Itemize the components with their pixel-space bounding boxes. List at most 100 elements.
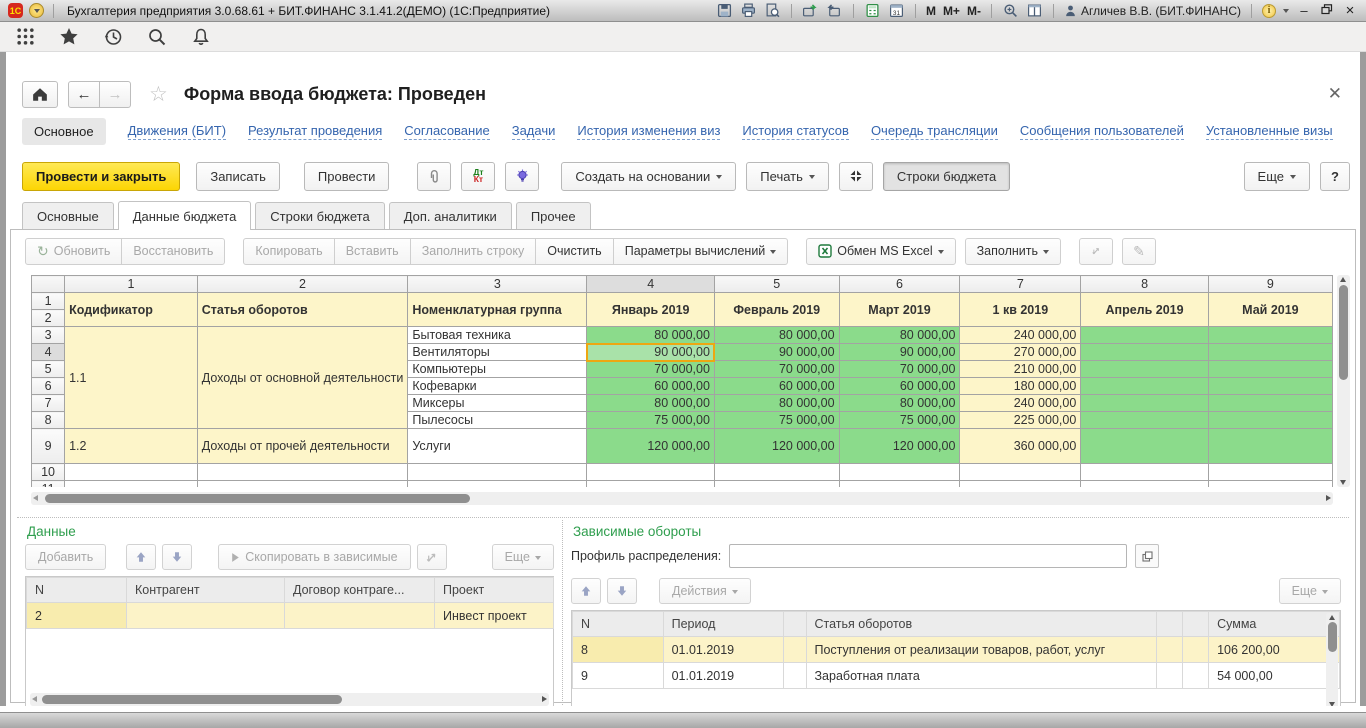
blank-cell[interactable] — [1156, 637, 1182, 663]
blank-cell[interactable] — [1182, 663, 1208, 689]
row-header-11[interactable]: 11 — [32, 481, 65, 488]
amount-cell[interactable]: 90 000,00 — [587, 344, 714, 361]
period-cell[interactable]: 01.01.2019 — [663, 637, 784, 663]
empty-cell[interactable] — [587, 464, 714, 481]
empty-cell[interactable] — [714, 481, 839, 488]
row-header-4[interactable]: 4 — [32, 344, 65, 361]
more-button[interactable]: Еще — [492, 544, 554, 570]
amount-cell[interactable]: 360 000,00 — [960, 429, 1081, 464]
memory-m-minus-button[interactable]: M- — [967, 4, 981, 18]
amount-cell[interactable]: 80 000,00 — [839, 395, 960, 412]
fill-button[interactable]: Заполнить — [965, 238, 1061, 265]
amount-cell[interactable]: 270 000,00 — [960, 344, 1081, 361]
minimize-button[interactable]: – — [1296, 3, 1312, 18]
reorder-button[interactable] — [417, 544, 447, 570]
profile-input[interactable] — [729, 544, 1127, 568]
nomenclature-cell[interactable]: Компьютеры — [408, 361, 587, 378]
column-header-7[interactable]: 7 — [960, 276, 1081, 293]
budget-header-cell[interactable]: Апрель 2019 — [1081, 293, 1209, 327]
row-number-cell[interactable]: 2 — [27, 603, 127, 629]
write-button[interactable]: Записать — [196, 162, 280, 191]
forward-button[interactable]: → — [99, 81, 131, 108]
tab-Доп. аналитики[interactable]: Доп. аналитики — [389, 202, 512, 229]
amount-cell[interactable] — [1208, 344, 1332, 361]
amount-cell[interactable] — [1208, 412, 1332, 429]
project-cell[interactable]: Инвест проект — [435, 603, 554, 629]
amount-cell[interactable]: 120 000,00 — [714, 429, 839, 464]
hint-button[interactable] — [505, 162, 539, 191]
amount-cell[interactable]: 210 000,00 — [960, 361, 1081, 378]
scroll-left-icon[interactable] — [33, 495, 38, 501]
amount-cell[interactable]: 70 000,00 — [839, 361, 960, 378]
choose-button[interactable] — [1135, 544, 1159, 568]
amount-cell[interactable]: 120 000,00 — [587, 429, 714, 464]
scroll-thumb[interactable] — [45, 494, 470, 503]
budget-header-cell[interactable]: Январь 2019 — [587, 293, 714, 327]
tab-Данные бюджета[interactable]: Данные бюджета — [118, 201, 252, 230]
scroll-thumb[interactable] — [42, 695, 342, 704]
copy-button[interactable]: Копировать — [243, 238, 334, 265]
grid-corner-cell[interactable] — [32, 276, 65, 293]
dep-column-Статья оборотов[interactable]: Статья оборотов — [806, 612, 1156, 637]
print-button[interactable]: Печать — [746, 162, 829, 191]
empty-cell[interactable] — [65, 464, 198, 481]
help-button[interactable]: ? — [1320, 162, 1350, 191]
contragent-cell[interactable] — [127, 603, 285, 629]
amount-cell[interactable]: 60 000,00 — [587, 378, 714, 395]
codifier-cell[interactable]: 1.2 — [65, 429, 198, 464]
nav-link[interactable]: Задачи — [512, 123, 556, 140]
nav-link[interactable]: Согласование — [404, 123, 489, 140]
memory-m-plus-button[interactable]: M+ — [943, 4, 960, 18]
dependent-row[interactable]: 901.01.2019Заработная плата54 000,00 — [573, 663, 1340, 689]
amount-cell[interactable] — [1208, 429, 1332, 464]
calc-params-button[interactable]: Параметры вычислений — [613, 238, 789, 265]
row-header-8[interactable]: 8 — [32, 412, 65, 429]
amount-cell[interactable] — [1081, 429, 1209, 464]
budget-header-cell[interactable]: Номенклатурная группа — [408, 293, 587, 327]
scroll-up-icon[interactable] — [1340, 277, 1346, 282]
row-header-2[interactable]: 2 — [32, 310, 65, 327]
print-icon[interactable] — [740, 3, 757, 19]
restore-button[interactable]: Восстановить — [121, 238, 225, 265]
nomenclature-cell[interactable]: Миксеры — [408, 395, 587, 412]
tab-Строки бюджета[interactable]: Строки бюджета — [255, 202, 384, 229]
favorite-star-icon[interactable]: ☆ — [149, 82, 168, 107]
tab-Прочее[interactable]: Прочее — [516, 202, 591, 229]
budget-lines-button[interactable]: Строки бюджета — [883, 162, 1010, 191]
excel-exchange-button[interactable]: Обмен MS Excel — [806, 238, 955, 265]
amount-cell[interactable] — [1081, 361, 1209, 378]
column-header-9[interactable]: 9 — [1208, 276, 1332, 293]
row-header-6[interactable]: 6 — [32, 378, 65, 395]
info-dropdown-icon[interactable] — [1283, 9, 1289, 13]
nav-link[interactable]: Движения (БИТ) — [128, 123, 226, 140]
amount-cell[interactable] — [1081, 344, 1209, 361]
data-row[interactable]: 2 Инвест проект — [27, 603, 554, 629]
empty-cell[interactable] — [197, 481, 408, 488]
calendar-icon[interactable]: 31 — [888, 3, 905, 19]
row-number-cell[interactable]: 8 — [573, 637, 664, 663]
amount-cell[interactable]: 75 000,00 — [714, 412, 839, 429]
reorder-button[interactable] — [1079, 238, 1113, 265]
empty-cell[interactable] — [714, 464, 839, 481]
favorites-icon[interactable] — [59, 27, 79, 46]
zoom-icon[interactable] — [1002, 3, 1019, 19]
amount-cell[interactable] — [1081, 327, 1209, 344]
main-menu-icon[interactable] — [16, 27, 35, 46]
actions-button[interactable]: Действия — [659, 578, 751, 604]
amount-cell[interactable] — [1208, 395, 1332, 412]
send-link-icon[interactable] — [802, 3, 819, 19]
calculator-icon[interactable] — [864, 3, 881, 19]
save-icon[interactable] — [716, 3, 733, 19]
dep-column-blank[interactable] — [784, 612, 806, 637]
nav-link[interactable]: Результат проведения — [248, 123, 382, 140]
data-column-N[interactable]: N — [27, 578, 127, 603]
column-header-5[interactable]: 5 — [714, 276, 839, 293]
empty-cell[interactable] — [1081, 464, 1209, 481]
move-down-button[interactable] — [607, 578, 637, 604]
info-icon[interactable]: i — [1262, 4, 1276, 18]
sum-cell[interactable]: 106 200,00 — [1209, 637, 1340, 663]
amount-cell[interactable]: 80 000,00 — [714, 327, 839, 344]
row-header-9[interactable]: 9 — [32, 429, 65, 464]
data-table-hscrollbar[interactable] — [30, 693, 549, 706]
article-cell[interactable]: Доходы от прочей деятельности — [197, 429, 408, 464]
